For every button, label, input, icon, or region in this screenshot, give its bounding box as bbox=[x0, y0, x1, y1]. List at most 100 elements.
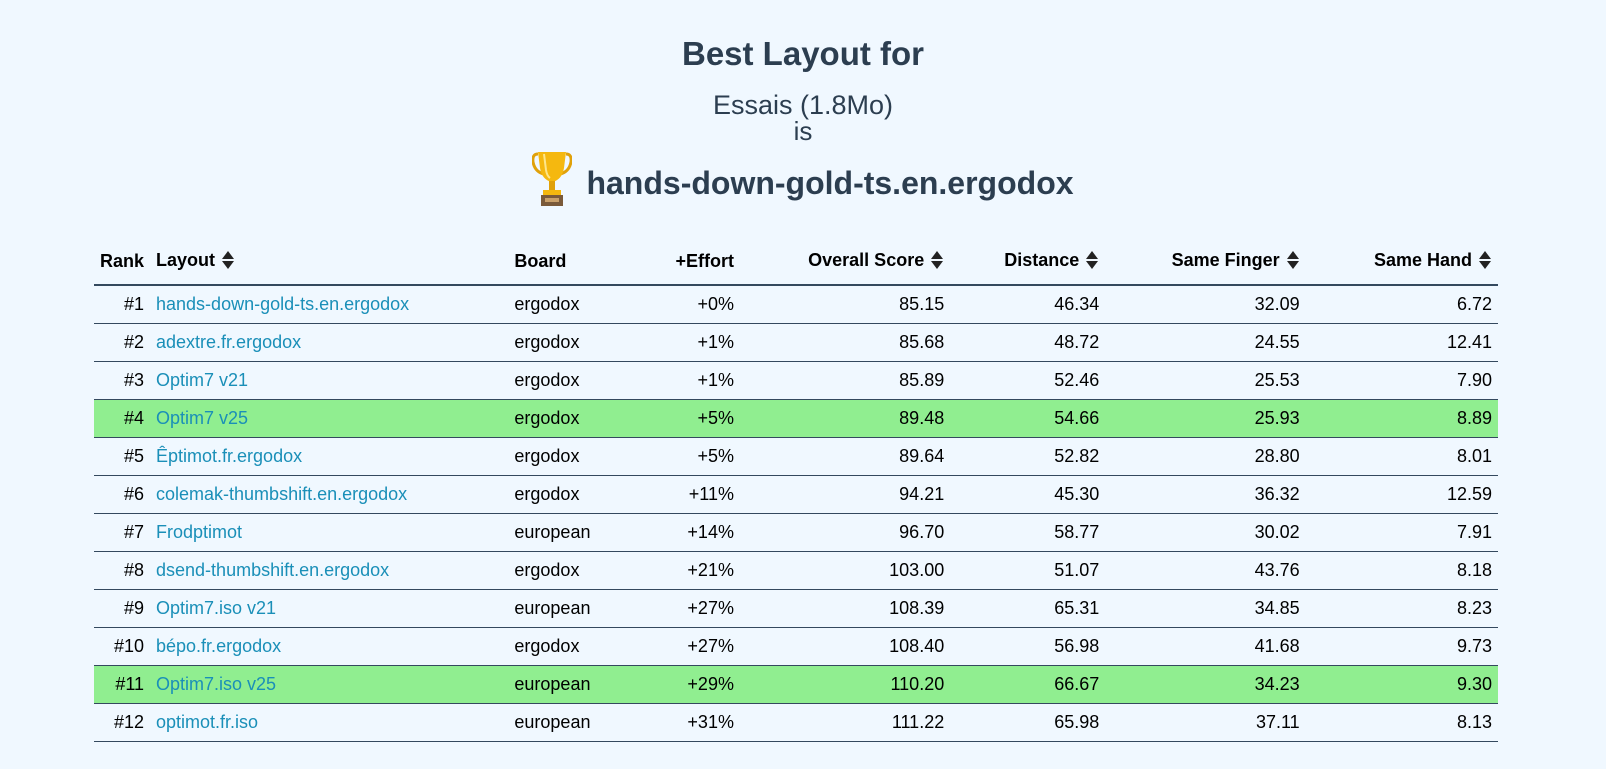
layout-cell[interactable]: bépo.fr.ergodox bbox=[150, 627, 509, 666]
layout-cell[interactable]: adextre.fr.ergodox bbox=[150, 323, 509, 362]
winner-line: hands-down-gold-ts.en.ergodox bbox=[0, 150, 1606, 213]
distance-cell: 65.98 bbox=[950, 703, 1106, 742]
is-label: is bbox=[793, 116, 813, 146]
board-cell: ergodox bbox=[508, 627, 635, 666]
column-header-overall-score[interactable]: Overall Score bbox=[739, 238, 951, 286]
overall-score-cell: 108.39 bbox=[739, 589, 951, 628]
table-row: #10 bépo.fr.ergodox ergodox +27% 108.40 56.98… bbox=[94, 627, 1498, 666]
distance-cell: 54.66 bbox=[950, 399, 1106, 438]
same-hand-cell: 9.30 bbox=[1305, 665, 1498, 704]
layout-cell[interactable]: Optim7.iso v25 bbox=[150, 665, 509, 704]
column-header-layout[interactable]: Layout bbox=[150, 238, 509, 286]
layout-cell[interactable]: hands-down-gold-ts.en.ergodox bbox=[150, 285, 509, 324]
effort-cell: +0% bbox=[634, 285, 740, 324]
layout-cell[interactable]: Optim7 v21 bbox=[150, 361, 509, 400]
layout-cell[interactable]: Optim7.iso v21 bbox=[150, 589, 509, 628]
layout-link[interactable]: optimot.fr.iso bbox=[156, 712, 258, 732]
board-cell: ergodox bbox=[508, 285, 635, 324]
same-finger-cell: 25.93 bbox=[1105, 399, 1306, 438]
rank-cell: #6 bbox=[94, 475, 151, 514]
same-hand-cell: 7.91 bbox=[1305, 513, 1498, 552]
sort-icon[interactable] bbox=[1478, 250, 1492, 270]
same-hand-cell: 9.73 bbox=[1305, 627, 1498, 666]
column-header-board: Board bbox=[508, 238, 635, 286]
column-header-distance[interactable]: Distance bbox=[950, 238, 1106, 286]
sort-icon[interactable] bbox=[1085, 250, 1099, 270]
table-row: #4 Optim7 v25 ergodox +5% 89.48 54.66 25.93 8.8… bbox=[94, 399, 1498, 438]
sort-icon[interactable] bbox=[930, 250, 944, 270]
layout-link[interactable]: Optim7 v25 bbox=[156, 408, 248, 428]
same-hand-cell: 8.18 bbox=[1305, 551, 1498, 590]
rank-cell: #9 bbox=[94, 589, 151, 628]
layout-link[interactable]: hands-down-gold-ts.en.ergodox bbox=[156, 294, 409, 314]
table-row: #6 colemak-thumbshift.en.ergodox ergodox +1… bbox=[94, 475, 1498, 514]
board-cell: ergodox bbox=[508, 475, 635, 514]
layout-cell[interactable]: dsend-thumbshift.en.ergodox bbox=[150, 551, 509, 590]
layout-link[interactable]: colemak-thumbshift.en.ergodox bbox=[156, 484, 407, 504]
board-cell: european bbox=[508, 589, 635, 628]
rank-cell: #8 bbox=[94, 551, 151, 590]
same-finger-cell: 41.68 bbox=[1105, 627, 1306, 666]
trophy-icon bbox=[531, 150, 574, 208]
overall-score-cell: 103.00 bbox=[739, 551, 951, 590]
rank-cell: #4 bbox=[94, 399, 151, 438]
layout-cell[interactable]: Frodptimot bbox=[150, 513, 509, 552]
distance-cell: 58.77 bbox=[950, 513, 1106, 552]
board-cell: ergodox bbox=[508, 399, 635, 438]
overall-score-cell: 89.48 bbox=[739, 399, 951, 438]
rank-cell: #11 bbox=[94, 665, 151, 704]
table-row: #7 Frodptimot european +14% 96.70 58.77 30.02 7… bbox=[94, 513, 1498, 552]
column-header-same-hand[interactable]: Same Hand bbox=[1305, 238, 1498, 286]
rank-cell: #2 bbox=[94, 323, 151, 362]
same-finger-cell: 32.09 bbox=[1105, 285, 1306, 324]
distance-cell: 66.67 bbox=[950, 665, 1106, 704]
same-finger-cell: 30.02 bbox=[1105, 513, 1306, 552]
same-hand-cell: 8.23 bbox=[1305, 589, 1498, 628]
same-finger-cell: 34.85 bbox=[1105, 589, 1306, 628]
layout-cell[interactable]: colemak-thumbshift.en.ergodox bbox=[150, 475, 509, 514]
board-cell: ergodox bbox=[508, 361, 635, 400]
column-header-rank: Rank bbox=[94, 238, 151, 286]
winner-layout-name: hands-down-gold-ts.en.ergodox bbox=[586, 164, 1074, 201]
layout-link[interactable]: dsend-thumbshift.en.ergodox bbox=[156, 560, 389, 580]
same-hand-cell: 8.89 bbox=[1305, 399, 1498, 438]
sort-icon[interactable] bbox=[1286, 250, 1300, 270]
table-row: #3 Optim7 v21 ergodox +1% 85.89 52.46 25.53 7.9… bbox=[94, 361, 1498, 400]
effort-cell: +27% bbox=[634, 589, 740, 628]
same-hand-cell: 12.59 bbox=[1305, 475, 1498, 514]
layout-link[interactable]: Optim7.iso v25 bbox=[156, 674, 276, 694]
same-finger-cell: 25.53 bbox=[1105, 361, 1306, 400]
overall-score-cell: 85.15 bbox=[739, 285, 951, 324]
layout-cell[interactable]: optimot.fr.iso bbox=[150, 703, 509, 742]
same-finger-cell: 43.76 bbox=[1105, 551, 1306, 590]
effort-cell: +21% bbox=[634, 551, 740, 590]
column-header-same-finger[interactable]: Same Finger bbox=[1105, 238, 1306, 286]
board-cell: european bbox=[508, 703, 635, 742]
rank-cell: #10 bbox=[94, 627, 151, 666]
layout-link[interactable]: Optim7 v21 bbox=[156, 370, 248, 390]
layout-link[interactable]: Optim7.iso v21 bbox=[156, 598, 276, 618]
rank-cell: #7 bbox=[94, 513, 151, 552]
board-cell: ergodox bbox=[508, 437, 635, 476]
table-row: #2 adextre.fr.ergodox ergodox +1% 85.68 48.72… bbox=[94, 323, 1498, 362]
layout-cell[interactable]: Êptimot.fr.ergodox bbox=[150, 437, 509, 476]
rank-cell: #12 bbox=[94, 703, 151, 742]
sort-icon[interactable] bbox=[221, 250, 235, 270]
effort-cell: +27% bbox=[634, 627, 740, 666]
page-title: Best Layout for bbox=[681, 35, 925, 72]
distance-cell: 56.98 bbox=[950, 627, 1106, 666]
overall-score-cell: 108.40 bbox=[739, 627, 951, 666]
layout-link[interactable]: Êptimot.fr.ergodox bbox=[156, 446, 302, 466]
layout-link[interactable]: Frodptimot bbox=[156, 522, 242, 542]
layout-cell[interactable]: Optim7 v25 bbox=[150, 399, 509, 438]
rank-cell: #5 bbox=[94, 437, 151, 476]
layout-link[interactable]: adextre.fr.ergodox bbox=[156, 332, 301, 352]
same-finger-cell: 37.11 bbox=[1105, 703, 1306, 742]
table-header-row: Rank Layout Board +Effort Overall Score … bbox=[94, 238, 1498, 286]
same-hand-cell: 12.41 bbox=[1305, 323, 1498, 362]
same-hand-cell: 8.01 bbox=[1305, 437, 1498, 476]
table-row: #5 Êptimot.fr.ergodox ergodox +5% 89.64 52.82… bbox=[94, 437, 1498, 476]
layout-link[interactable]: bépo.fr.ergodox bbox=[156, 636, 281, 656]
distance-cell: 65.31 bbox=[950, 589, 1106, 628]
distance-cell: 48.72 bbox=[950, 323, 1106, 362]
